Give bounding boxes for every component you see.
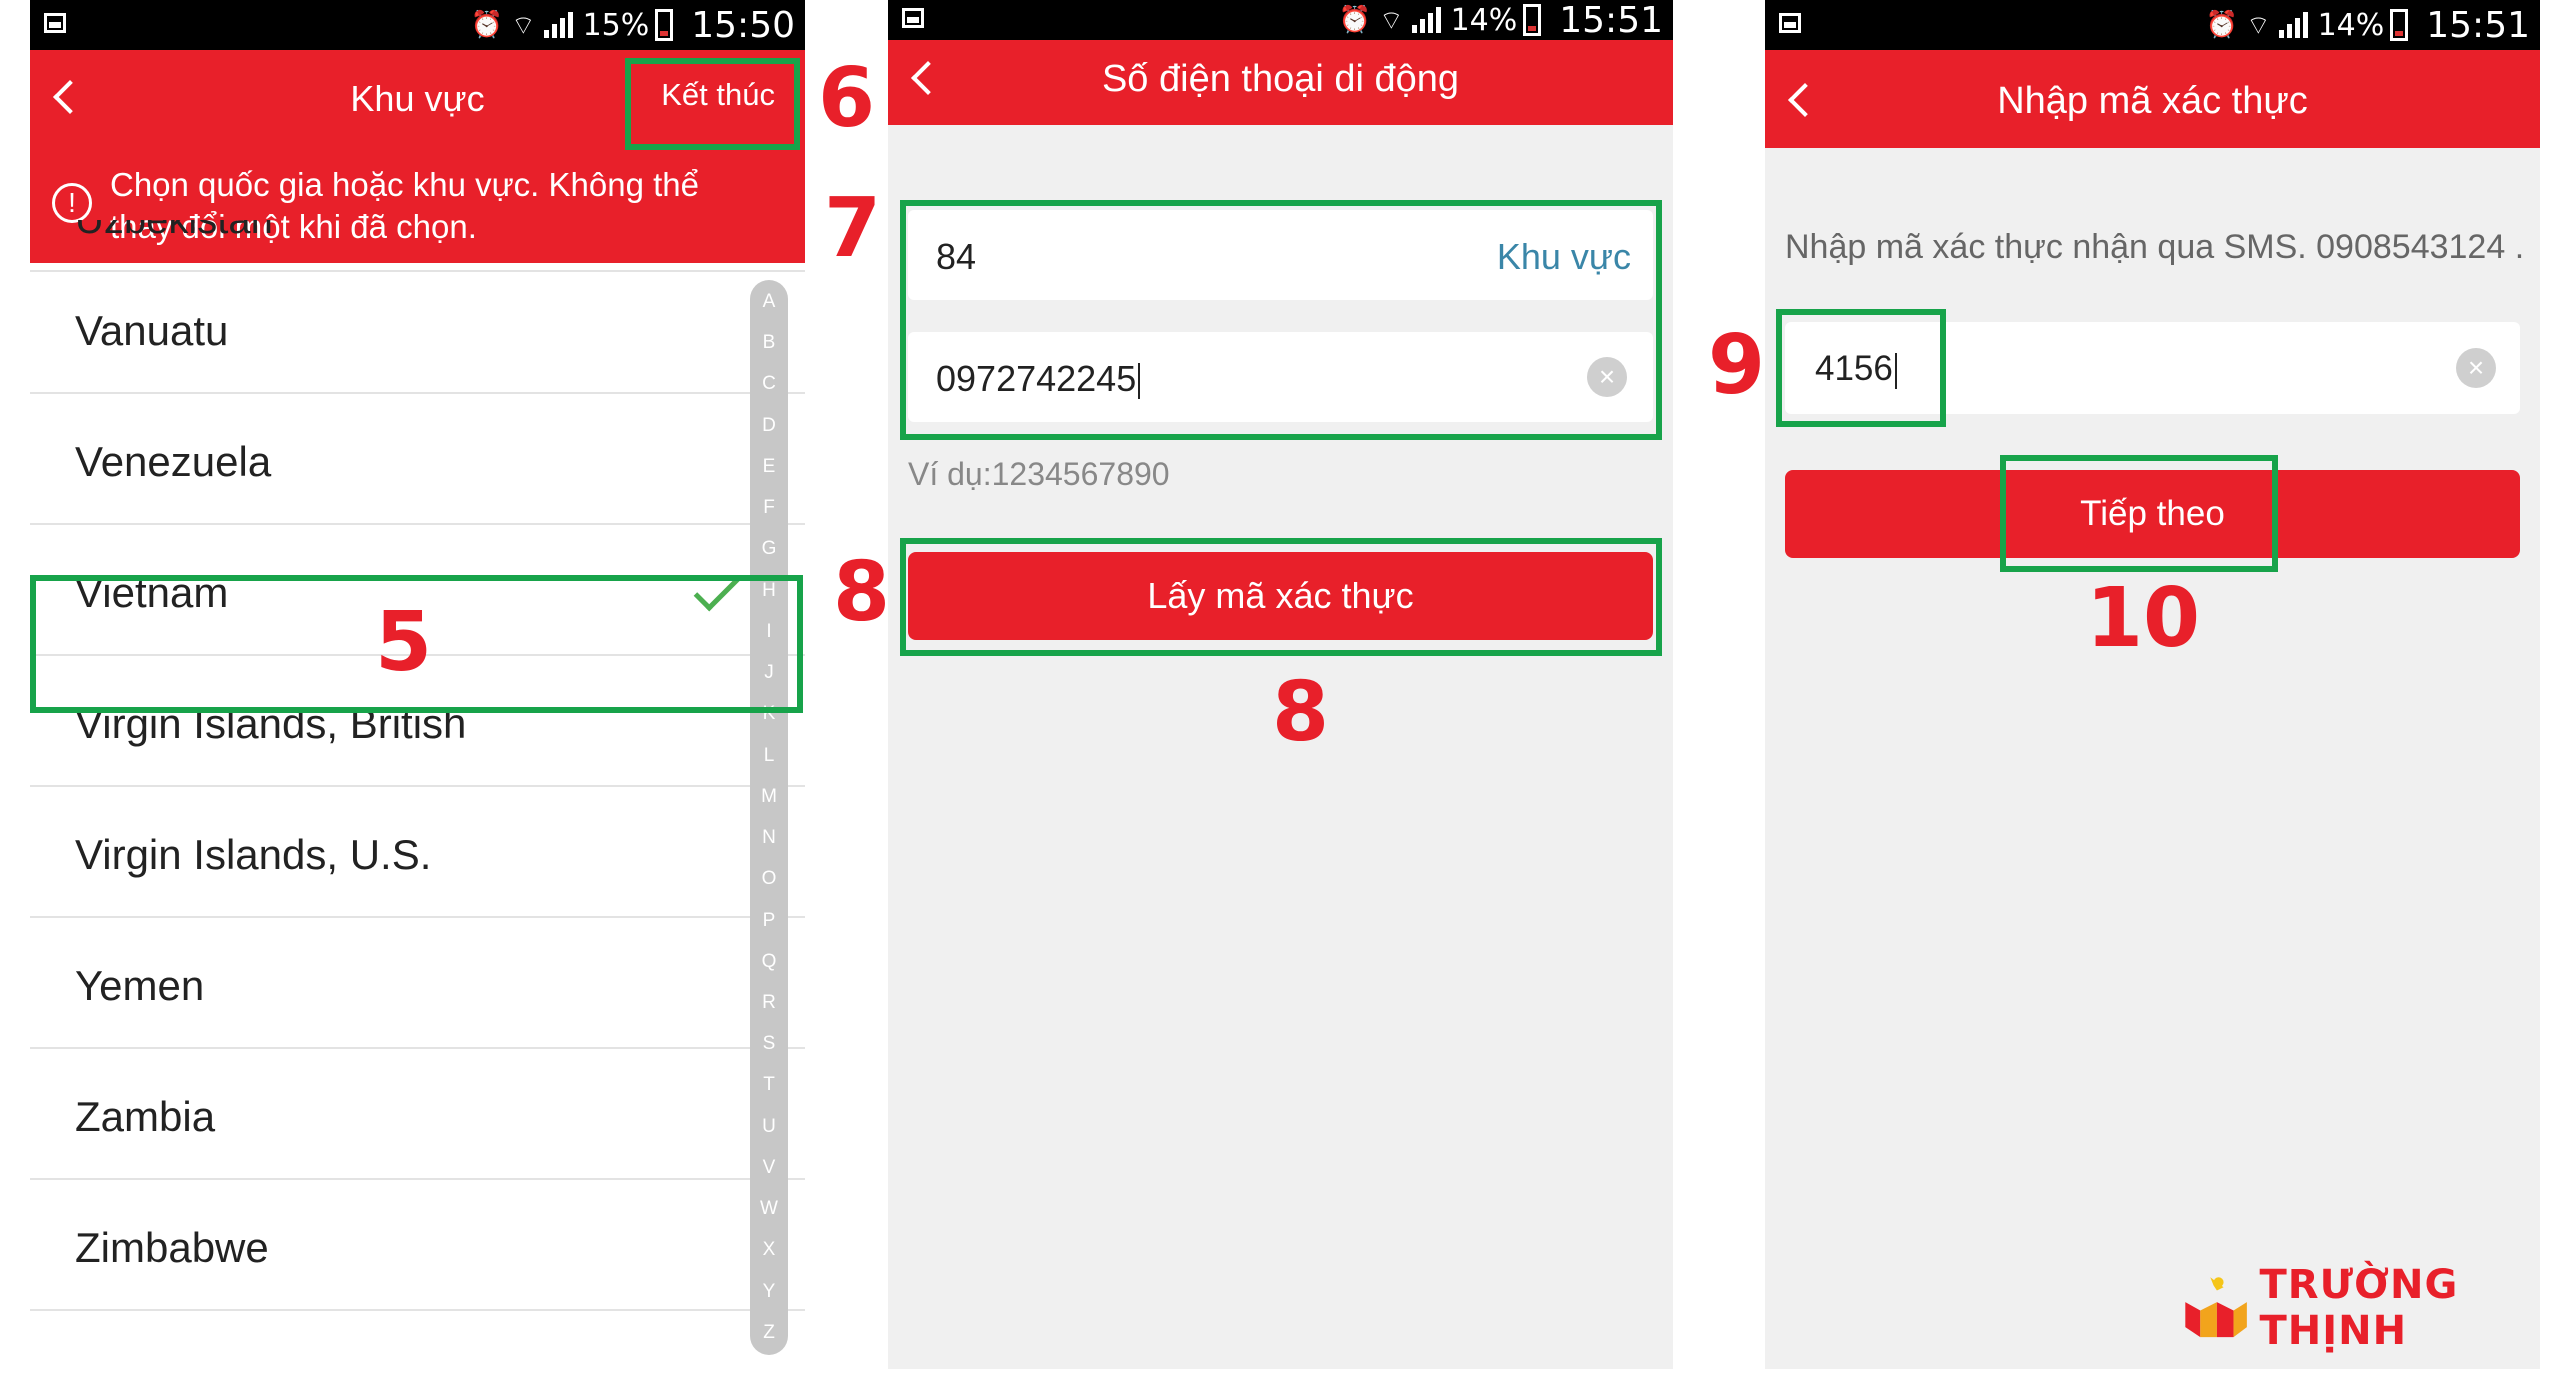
sms-instruction: Nhập mã xác thực nhận qua SMS. 090854312… [1785, 228, 2525, 266]
country-label: Vanuatu [75, 307, 229, 354]
index-letter[interactable]: Y [763, 1281, 776, 1302]
clock: 15:51 [2426, 4, 2530, 46]
index-letter[interactable]: L [764, 745, 775, 766]
signal-icon [543, 12, 573, 38]
input-hint: Ví dụ:1234567890 [908, 456, 1170, 492]
index-letter[interactable]: F [763, 498, 775, 518]
status-bar: ⏰ ⌔ 14% 15:51 [888, 0, 1673, 41]
page-title: Nhập mã xác thực [1997, 80, 2308, 122]
index-letter[interactable]: Z [763, 1322, 775, 1343]
app-bar: Số điện thoại di động [888, 40, 1673, 125]
index-letter[interactable]: Q [762, 951, 777, 972]
brand-logo: TRƯỜNG THỊNH [2177, 1262, 2560, 1354]
index-letter[interactable]: R [762, 992, 776, 1013]
country-label: Yemen [75, 962, 205, 1009]
page-title: Số điện thoại di động [1101, 58, 1460, 100]
index-letter[interactable]: M [761, 786, 777, 807]
battery-icon [1523, 4, 1542, 36]
highlight-box-get-code [900, 538, 1662, 656]
index-letter[interactable]: T [763, 1075, 775, 1095]
country-label: Uzbekistan [75, 220, 273, 242]
status-bar: ⏰ ⌔ 15% 15:50 [30, 0, 805, 50]
step-number-8: 8 [833, 545, 891, 640]
alarm-icon: ⏰ [1338, 5, 1372, 35]
list-item[interactable]: Yemen [30, 918, 805, 1049]
index-letter[interactable]: S [763, 1034, 776, 1054]
index-letter[interactable]: G [762, 539, 777, 559]
index-letter[interactable]: V [763, 1157, 776, 1178]
wifi-icon: ⌔ [511, 10, 536, 41]
info-icon: ! [52, 183, 92, 223]
alarm-icon: ⏰ [2205, 10, 2239, 40]
index-letter[interactable]: W [760, 1199, 778, 1219]
step-number-8-below: 8 [1272, 665, 1330, 760]
list-item[interactable]: Virgin Islands, U.S. [30, 787, 805, 918]
alarm-icon: ⏰ [470, 10, 504, 40]
country-label: Venezuela [75, 438, 272, 485]
country-label: Zambia [75, 1093, 216, 1140]
status-bar: ⏰ ⌔ 14% 15:51 [1765, 0, 2540, 50]
highlight-box-phone-fields [900, 200, 1662, 440]
index-letter[interactable]: X [763, 1240, 776, 1260]
verification-code-screen: ⏰ ⌔ 14% 15:51 Nhập mã xác thực Nhập mã x… [1765, 0, 2540, 1369]
clear-icon[interactable]: × [2456, 348, 2496, 388]
list-item[interactable]: Vanuatu [30, 263, 805, 394]
list-item[interactable]: Zimbabwe [30, 1180, 805, 1311]
index-letter[interactable]: C [762, 374, 776, 394]
index-letter[interactable]: U [762, 1116, 776, 1137]
highlight-box-done [625, 58, 800, 150]
index-letter[interactable]: D [762, 415, 776, 436]
battery-percent: 14% [1450, 2, 1518, 38]
wifi-icon: ⌔ [1379, 5, 1404, 36]
step-number-7: 7 [824, 181, 882, 276]
battery-icon [655, 9, 674, 41]
country-label: Zimbabwe [75, 1224, 269, 1271]
wifi-icon: ⌔ [2246, 10, 2271, 41]
step-number-9: 9 [1708, 318, 1766, 413]
list-item[interactable]: Zambia [30, 1049, 805, 1180]
step-number-5: 5 [375, 595, 433, 690]
gallery-notification-icon [1779, 13, 1801, 33]
truong-thinh-logo-icon [2185, 1277, 2247, 1338]
gallery-notification-icon [44, 13, 66, 33]
country-label: Virgin Islands, U.S. [75, 831, 432, 878]
gallery-notification-icon [902, 8, 924, 28]
battery-icon [2390, 9, 2409, 41]
list-item[interactable]: Venezuela [30, 394, 805, 525]
signal-icon [2278, 12, 2308, 38]
clock: 15:50 [691, 4, 795, 46]
index-letter[interactable]: N [762, 828, 776, 848]
index-letter[interactable]: B [763, 333, 776, 353]
index-letter[interactable]: P [763, 910, 776, 931]
highlight-box-next [2000, 455, 2278, 572]
index-letter[interactable]: A [763, 292, 776, 312]
logo-text: TRƯỜNG THỊNH [2259, 1262, 2459, 1354]
index-letter[interactable]: E [763, 456, 776, 477]
index-letter[interactable]: O [762, 869, 777, 889]
app-bar: Nhập mã xác thực [1765, 50, 2540, 148]
clock: 15:51 [1559, 0, 1663, 41]
signal-icon [1411, 7, 1441, 33]
highlight-box-code-input [1776, 309, 1946, 427]
alphabet-index-bar[interactable]: ABCDEFGHIJKLMNOPQRSTUVWXYZ [750, 280, 788, 1355]
step-number-6: 6 [818, 51, 876, 146]
battery-percent: 14% [2317, 7, 2385, 43]
step-number-10: 10 [2086, 571, 2201, 666]
battery-percent: 15% [582, 7, 650, 43]
